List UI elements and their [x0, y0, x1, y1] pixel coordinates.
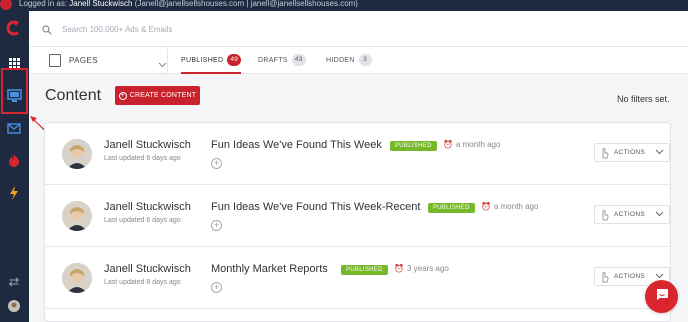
hand-pointer-icon [600, 271, 609, 285]
tab-drafts-count: 43 [291, 54, 306, 66]
search-icon [42, 22, 52, 40]
user-avatar-icon[interactable] [5, 297, 23, 315]
last-updated: Last updated 8 days ago [104, 279, 181, 286]
author-avatar [62, 201, 92, 231]
logged-in-info: Logged in as: Janell Stuckwisch (Janell@… [19, 0, 358, 8]
fire-icon[interactable] [5, 151, 23, 169]
post-title[interactable]: Fun Ideas We've Found This Week-Recent [211, 201, 420, 213]
content-row[interactable]: Janell Stuckwisch Last updated 8 days ag… [45, 247, 670, 309]
plus-circle-icon: + [118, 91, 127, 100]
tab-published-label: PUBLISHED [181, 56, 224, 64]
author-name: Janell Stuckwisch [104, 263, 191, 275]
post-time: ⏰ a month ago [481, 202, 538, 211]
content-row[interactable]: Janell Stuckwisch Last updated 6 days ag… [45, 123, 670, 185]
actions-label: ACTIONS [614, 149, 645, 156]
content-list: Janell Stuckwisch Last updated 6 days ag… [44, 122, 671, 322]
last-updated: Last updated 6 days ago [104, 217, 181, 224]
tab-hidden-label: HIDDEN [326, 56, 355, 64]
author-avatar [62, 263, 92, 293]
chevron-down-icon [655, 149, 664, 157]
status-badge: PUBLISHED [341, 265, 388, 275]
actions-dropdown[interactable]: ACTIONS [594, 205, 670, 224]
post-title[interactable]: Fun Ideas We've Found This Week [211, 139, 382, 151]
actions-dropdown[interactable]: ACTIONS [594, 143, 670, 162]
highlight-box [1, 68, 28, 114]
bolt-icon[interactable] [5, 184, 23, 202]
author-name: Janell Stuckwisch [104, 139, 191, 151]
actions-label: ACTIONS [614, 273, 645, 280]
post-time-label: a month ago [493, 202, 539, 211]
chevron-down-icon [158, 55, 167, 73]
add-tag-button[interactable]: + [211, 282, 222, 293]
swap-icon[interactable]: ⇄ [5, 273, 23, 291]
back-icon[interactable] [0, 0, 12, 10]
add-tag-button[interactable]: + [211, 158, 222, 169]
status-badge: PUBLISHED [428, 203, 475, 213]
tab-bar: PAGES PUBLISHED 49 DRAFTS 43 HIDDEN 3 [29, 47, 688, 74]
create-content-label: CREATE CONTENT [129, 92, 197, 99]
tab-divider [167, 47, 168, 74]
hand-pointer-icon [600, 147, 609, 161]
search-input[interactable] [62, 20, 462, 38]
chevron-down-icon [655, 211, 664, 219]
logged-in-user-name: Janell Stuckwisch [69, 0, 133, 8]
top-bar: Logged in as: Janell Stuckwisch (Janell@… [0, 0, 688, 11]
alarm-clock-icon: ⏰ [443, 140, 453, 149]
pages-selector[interactable]: PAGES [49, 52, 167, 68]
sidebar: ⇄ [0, 11, 29, 322]
create-content-button[interactable]: + CREATE CONTENT [115, 86, 200, 105]
tab-published[interactable]: PUBLISHED 49 [181, 47, 242, 74]
chat-support-button[interactable] [645, 280, 678, 313]
mail-icon[interactable] [5, 119, 23, 137]
add-tag-button[interactable]: + [211, 220, 222, 231]
last-updated: Last updated 6 days ago [104, 155, 181, 162]
logo-icon[interactable] [5, 19, 23, 37]
alarm-clock-icon: ⏰ [481, 202, 491, 211]
actions-label: ACTIONS [614, 211, 645, 218]
post-time-label: 3 years ago [406, 264, 449, 273]
logged-in-user-email: (Janell@janellsellshouses.com | janell@j… [134, 0, 358, 8]
tab-published-count: 49 [227, 54, 242, 66]
chat-icon [655, 288, 669, 306]
alarm-clock-icon: ⏰ [394, 264, 404, 273]
search-bar [29, 11, 688, 47]
pages-selector-label: PAGES [69, 55, 98, 65]
hand-pointer-icon [600, 209, 609, 223]
document-icon [49, 53, 61, 67]
tab-hidden[interactable]: HIDDEN 3 [326, 47, 372, 73]
post-title[interactable]: Monthly Market Reports [211, 263, 328, 275]
post-time: ⏰ a month ago [443, 140, 500, 149]
author-name: Janell Stuckwisch [104, 201, 191, 213]
page-title: Content [45, 87, 102, 104]
post-time: ⏰ 3 years ago [394, 264, 449, 273]
logged-in-label: Logged in as: [19, 0, 68, 8]
tab-drafts[interactable]: DRAFTS 43 [258, 47, 306, 73]
status-badge: PUBLISHED [390, 141, 437, 151]
content-row[interactable]: Janell Stuckwisch Last updated 6 days ag… [45, 185, 670, 247]
filters-status: No filters set. [617, 94, 670, 104]
post-time-label: a month ago [455, 140, 501, 149]
author-avatar [62, 139, 92, 169]
tab-drafts-label: DRAFTS [258, 56, 288, 64]
tab-hidden-count: 3 [358, 54, 372, 66]
